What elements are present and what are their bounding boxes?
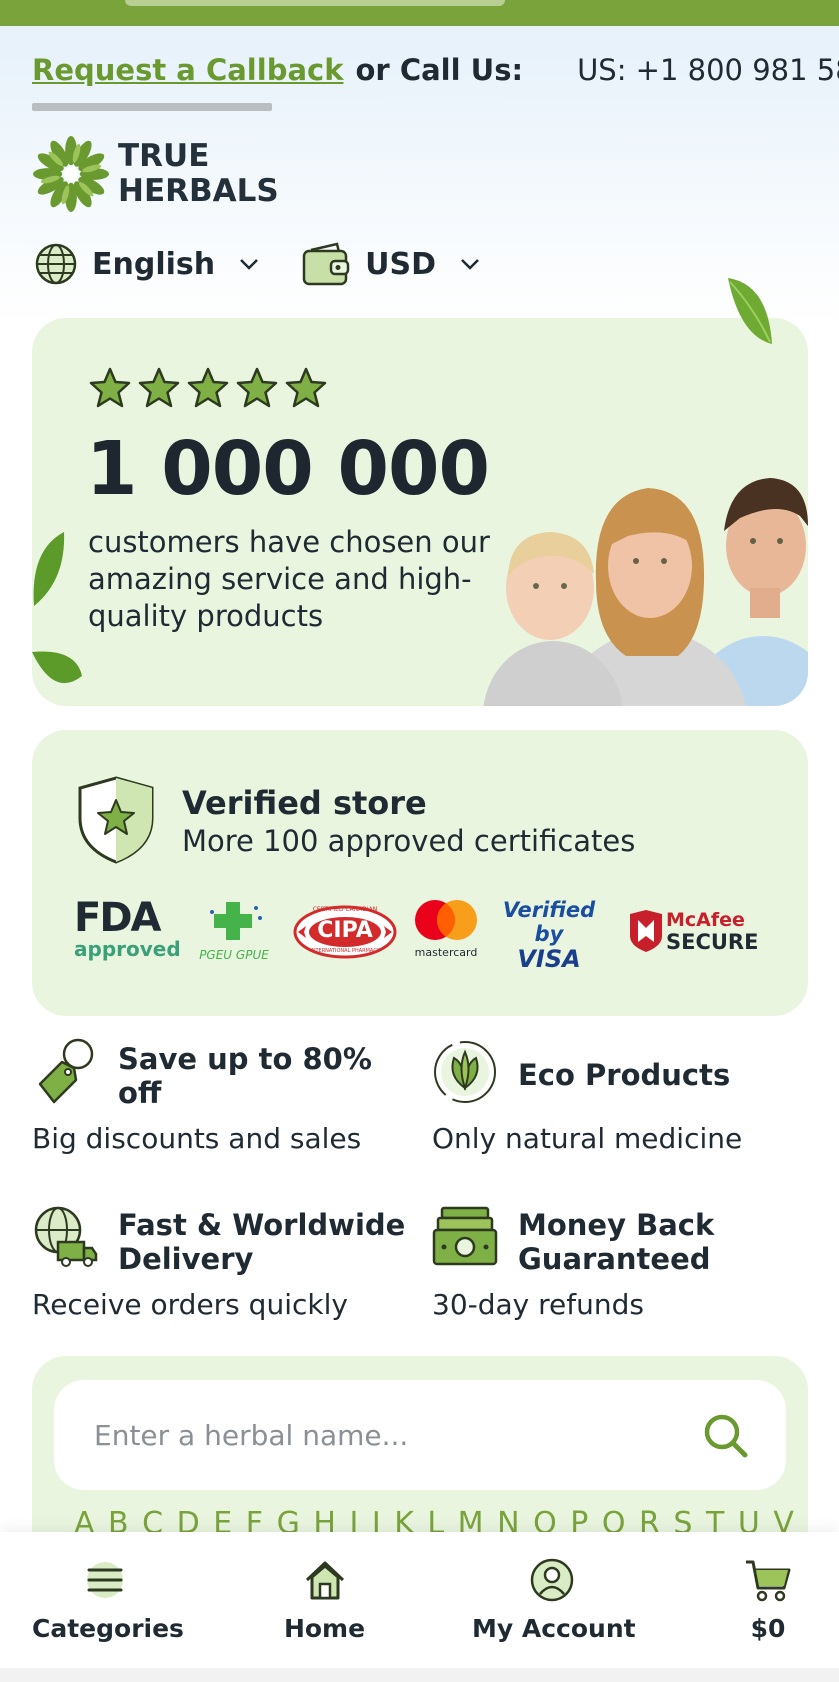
mcafee-secure-text: SECURE bbox=[666, 930, 759, 954]
star-icon bbox=[89, 367, 131, 408]
verified-shield-icon bbox=[78, 776, 154, 864]
money-stack-icon bbox=[432, 1206, 498, 1266]
call-us-label: or Call Us: bbox=[355, 53, 524, 87]
fda-approved-text: approved bbox=[74, 937, 181, 961]
nav-home[interactable]: Home bbox=[272, 1556, 377, 1643]
search-box bbox=[54, 1380, 786, 1490]
top-bar bbox=[0, 0, 839, 26]
verified-store-card: Verified store More 100 approved certifi… bbox=[32, 730, 808, 1016]
star-icon bbox=[285, 367, 327, 408]
pgeu-text: PGEU GPUE bbox=[199, 948, 269, 962]
herbal-flower-logo-icon bbox=[32, 135, 110, 213]
feature-title: Money Back Guaranteed bbox=[518, 1208, 715, 1276]
verified-subtitle: More 100 approved certificates bbox=[182, 824, 636, 858]
logo-line-1: TRUE bbox=[118, 138, 210, 174]
feature-title: Fast & Worldwide Delivery bbox=[118, 1208, 406, 1276]
phone-number-link[interactable]: US: +1 800 981 586 bbox=[577, 53, 839, 87]
star-icon bbox=[138, 367, 180, 408]
chevron-down-icon bbox=[240, 259, 258, 270]
logo-line-2: HERBALS bbox=[118, 173, 279, 209]
request-callback-link[interactable]: Request a Callback bbox=[32, 53, 344, 87]
cipa-top-text: CERTIFIED CANADIAN bbox=[312, 906, 378, 913]
visa-top-text: Verified by bbox=[502, 898, 596, 946]
customers-hero-card: 1 000 000 customers have chosen our amaz… bbox=[32, 318, 808, 706]
system-bottom-edge bbox=[0, 1668, 839, 1682]
feature-title: Save up to 80% off bbox=[118, 1042, 372, 1110]
price-tag-icon bbox=[38, 1038, 94, 1104]
cipa-badge: CERTIFIED CANADIAN CIPA INTERNATIONAL PH… bbox=[292, 904, 398, 960]
star-icon bbox=[187, 367, 229, 408]
verified-title: Verified store bbox=[182, 784, 427, 822]
feature-subtitle: Only natural medicine bbox=[432, 1122, 743, 1155]
feature-discounts: Save up to 80% off Big discounts and sal… bbox=[32, 1038, 412, 1168]
nav-my-account[interactable]: My Account bbox=[472, 1556, 636, 1643]
rating-stars bbox=[88, 366, 333, 410]
language-selector[interactable]: English bbox=[34, 242, 261, 286]
fda-badge-text: FDA bbox=[74, 895, 161, 941]
certificate-badges: FDA approved PGEU GPUE CERTIFIED CANADIA… bbox=[74, 898, 794, 978]
nav-categories-label: Categories bbox=[32, 1614, 184, 1643]
feature-eco-products: Eco Products Only natural medicine bbox=[432, 1038, 812, 1168]
feature-delivery: Fast & Worldwide Delivery Receive orders… bbox=[32, 1204, 412, 1334]
cart-total: $0 bbox=[750, 1614, 786, 1643]
mcafee-text: McAfee bbox=[666, 909, 745, 931]
pgeu-badge: PGEU GPUE bbox=[189, 898, 279, 962]
feature-money-back: Money Back Guaranteed 30-day refunds bbox=[432, 1204, 812, 1334]
feature-subtitle: Receive orders quickly bbox=[32, 1288, 348, 1321]
eco-leaf-icon bbox=[434, 1041, 496, 1103]
mastercard-text: mastercard bbox=[414, 946, 478, 959]
contact-row: Request a Callback or Call Us: US: +1 80… bbox=[32, 50, 839, 90]
nav-account-label: My Account bbox=[472, 1614, 636, 1643]
herb-search-input[interactable] bbox=[94, 1410, 654, 1460]
worldwide-delivery-icon bbox=[34, 1206, 98, 1267]
contact-scroll-indicator bbox=[32, 103, 272, 111]
nav-home-label: Home bbox=[283, 1614, 366, 1643]
shopping-cart-icon bbox=[746, 1560, 791, 1602]
star-icon bbox=[236, 367, 278, 408]
mcafee-secure-badge: McAfee SECURE bbox=[628, 910, 758, 956]
leaf-decoration bbox=[32, 651, 82, 684]
family-photo bbox=[483, 478, 808, 706]
home-icon bbox=[305, 1561, 344, 1600]
cipa-main-text: CIPA bbox=[317, 918, 373, 943]
top-bar-handle bbox=[125, 0, 505, 6]
currency-selector[interactable]: USD bbox=[301, 240, 482, 288]
feature-title: Eco Products bbox=[518, 1058, 731, 1092]
nav-categories[interactable]: Categories bbox=[32, 1556, 184, 1643]
leaf-decoration bbox=[33, 532, 65, 606]
mastercard-logo-icon bbox=[415, 900, 477, 940]
language-value: English bbox=[92, 246, 216, 282]
visa-main-text: VISA bbox=[517, 945, 581, 973]
search-icon[interactable] bbox=[700, 1410, 750, 1460]
mastercard-badge: mastercard bbox=[410, 898, 482, 959]
globe-icon bbox=[35, 243, 77, 285]
chevron-down-icon bbox=[461, 259, 479, 270]
customer-count: 1 000 000 bbox=[86, 426, 490, 512]
nav-cart[interactable]: $0 bbox=[738, 1556, 798, 1643]
bottom-navigation: Categories Home My Account $0 bbox=[0, 1532, 839, 1672]
site-logo[interactable]: TRUE HERBALS bbox=[32, 132, 279, 216]
menu-icon bbox=[86, 1562, 123, 1598]
logo-text: TRUE HERBALS bbox=[118, 139, 279, 209]
feature-subtitle: 30-day refunds bbox=[432, 1288, 644, 1321]
fda-approved-badge: FDA approved bbox=[74, 895, 181, 961]
cipa-bottom-text: INTERNATIONAL PHARMACY bbox=[310, 948, 380, 954]
pgeu-cross-icon bbox=[210, 902, 262, 940]
mcafee-shield-icon bbox=[630, 910, 662, 952]
currency-value: USD bbox=[365, 246, 436, 282]
leaf-decoration bbox=[728, 278, 772, 344]
user-account-icon bbox=[530, 1558, 574, 1602]
wallet-icon bbox=[302, 242, 350, 286]
feature-subtitle: Big discounts and sales bbox=[32, 1122, 362, 1155]
locale-selectors: English USD bbox=[34, 240, 522, 288]
hero-description: customers have chosen our amazing servic… bbox=[88, 525, 490, 633]
verified-by-visa-badge: Verified by VISA bbox=[494, 898, 604, 972]
